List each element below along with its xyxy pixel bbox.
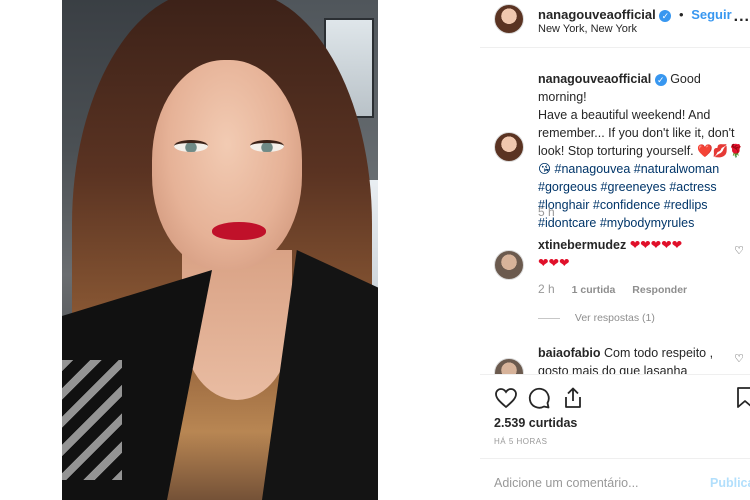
- caption-line: Have a beautiful weekend! And: [538, 108, 711, 122]
- caption: nanagouveaofficial ✓ Good morning! Have …: [538, 70, 744, 232]
- like-comment-heart-icon[interactable]: ♡: [734, 352, 744, 365]
- verified-badge-icon: ✓: [654, 74, 667, 86]
- caption-hashtags[interactable]: #gorgeous #greeneyes #actress: [538, 178, 744, 196]
- comment-text: ❤❤❤: [538, 256, 570, 270]
- comment-meta: 2 h 1 curtida Responder: [538, 282, 687, 296]
- view-replies-button[interactable]: Ver respostas (1): [538, 312, 655, 324]
- likes-count[interactable]: 2.539 curtidas: [494, 416, 577, 430]
- post-header: nanagouveaofficial ✓ • Seguir New York, …: [480, 0, 750, 48]
- caption-hashtags[interactable]: 😘 #nanagouvea #naturalwoman: [538, 160, 744, 178]
- photo-right-eye: [250, 140, 284, 152]
- author-avatar[interactable]: [494, 4, 524, 34]
- comment-text: Com todo respeito ,: [604, 346, 714, 360]
- comment-clip: baiaofabio Com todo respeito , gosto mai…: [480, 340, 750, 374]
- comment-username[interactable]: xtinebermudez: [538, 238, 626, 252]
- post-side-panel: nanagouveaofficial ✓ • Seguir New York, …: [480, 0, 750, 500]
- post-age[interactable]: HÁ 5 HORAS: [494, 437, 547, 446]
- photo-lips: [212, 222, 266, 240]
- caption-author-avatar[interactable]: [494, 132, 524, 162]
- comment: baiaofabio Com todo respeito , gosto mai…: [538, 344, 728, 374]
- more-options-icon[interactable]: ...: [734, 8, 750, 26]
- like-comment-heart-icon[interactable]: ♡: [734, 244, 744, 257]
- photo-left-eye: [174, 140, 208, 152]
- follow-button[interactable]: Seguir: [691, 7, 731, 22]
- replies-divider-line: [538, 317, 560, 319]
- like-heart-icon[interactable]: [494, 387, 518, 409]
- action-bar: [480, 374, 750, 422]
- comment-timestamp[interactable]: 2 h: [538, 282, 555, 296]
- commenter-avatar[interactable]: [494, 358, 524, 374]
- share-icon[interactable]: [562, 386, 584, 410]
- publish-button[interactable]: Publicar: [710, 476, 750, 490]
- post-photo[interactable]: [62, 0, 378, 500]
- caption-username[interactable]: nanagouveaofficial: [538, 72, 651, 86]
- comment: xtinebermudez ❤❤❤❤❤ ❤❤❤: [538, 236, 728, 272]
- author-username[interactable]: nanagouveaofficial: [538, 7, 656, 22]
- photo-light-stripes: [62, 360, 122, 480]
- post-location[interactable]: New York, New York: [538, 23, 637, 35]
- caption-line: look! Stop torturing yourself. ❤️💋🌹: [538, 144, 744, 158]
- caption-hashtags[interactable]: #longhair #confidence #redlips: [538, 196, 744, 214]
- caption-hashtags[interactable]: #idontcare #mybodymyrules: [538, 214, 744, 232]
- reply-button[interactable]: Responder: [632, 284, 687, 296]
- save-bookmark-icon[interactable]: [736, 386, 750, 410]
- comment-text: gosto mais do que lasanha: [538, 364, 688, 374]
- comment-username[interactable]: baiaofabio: [538, 346, 601, 360]
- header-title-row: nanagouveaofficial ✓ • Seguir: [538, 7, 732, 22]
- comment-text: ❤❤❤❤❤: [629, 238, 683, 252]
- comment-input[interactable]: Adicione um comentário...: [494, 476, 639, 490]
- comment-likes[interactable]: 1 curtida: [572, 284, 616, 296]
- separator-dot: •: [679, 7, 684, 22]
- verified-badge-icon: ✓: [659, 10, 672, 22]
- comment-bubble-icon[interactable]: [527, 386, 551, 410]
- add-comment-bar: Adicione um comentário... Publicar: [480, 458, 750, 500]
- commenter-avatar[interactable]: [494, 250, 524, 280]
- caption-timestamp[interactable]: 5 h: [538, 205, 555, 219]
- caption-line: remember... If you don't like it, don't: [538, 126, 735, 140]
- view-replies-label: Ver respostas (1): [574, 312, 655, 324]
- instagram-post-page: nanagouveaofficial ✓ • Seguir New York, …: [0, 0, 750, 500]
